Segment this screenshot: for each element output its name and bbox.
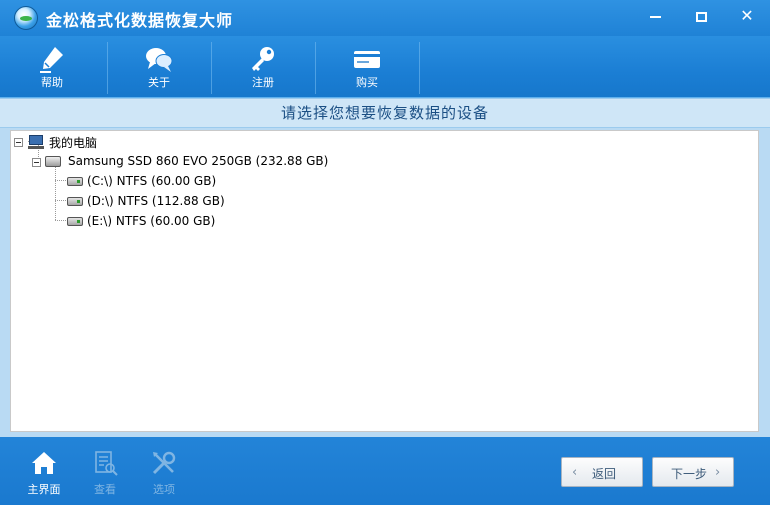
about-label: 关于 (148, 76, 170, 89)
view-button[interactable]: 查看 (75, 445, 135, 501)
minimize-button[interactable] (632, 0, 678, 32)
toolbar: 帮助 关于 注册 购买 (0, 36, 770, 98)
app-window: 金松格式化数据恢复大师 ✕ 帮助 关于 注册 购买 请选择您想要恢复数据的设备 … (0, 0, 770, 505)
tree-connector (55, 220, 66, 221)
key-icon (252, 47, 274, 71)
minimize-icon (649, 15, 661, 18)
tree-node-partition[interactable]: (C:\) NTFS (60.00 GB) (66, 173, 246, 191)
app-logo-icon (14, 6, 38, 30)
options-label: 选项 (153, 483, 175, 496)
maximize-icon (695, 11, 707, 22)
next-button[interactable]: 下一步 › (652, 457, 734, 487)
help-label: 帮助 (41, 76, 63, 89)
next-label: 下一步 (671, 467, 708, 481)
tree-node-partition[interactable]: (E:\) NTFS (60.00 GB) (66, 213, 246, 231)
help-button[interactable]: 帮助 (0, 36, 104, 98)
home-button[interactable]: 主界面 (14, 445, 74, 501)
tree-node-label: (E:\) NTFS (60.00 GB) (87, 214, 216, 228)
window-controls: ✕ (632, 0, 770, 32)
chat-bubble-icon (146, 48, 173, 72)
computer-icon (28, 135, 44, 149)
instruction-text: 请选择您想要恢复数据的设备 (280, 104, 489, 122)
chevron-left-icon: ‹ (572, 465, 578, 480)
help-pen-icon (40, 47, 63, 73)
tree-node-label: (C:\) NTFS (60.00 GB) (87, 174, 217, 188)
register-label: 注册 (252, 76, 274, 89)
chevron-right-icon: › (715, 465, 721, 480)
back-button[interactable]: ‹ 返回 (561, 457, 643, 487)
tree-node-label: (D:\) NTFS (112.88 GB) (87, 194, 225, 208)
view-label: 查看 (94, 483, 116, 496)
instruction-heading: 请选择您想要恢复数据的设备 (0, 98, 770, 128)
buy-label: 购买 (356, 76, 378, 89)
tools-icon (152, 451, 176, 475)
collapse-icon[interactable] (32, 158, 41, 167)
partition-icon (67, 177, 83, 186)
buy-button[interactable]: 购买 (315, 36, 419, 98)
home-label: 主界面 (27, 483, 61, 496)
tree-connector (55, 200, 66, 201)
device-tree-panel: 我的电脑 Samsung SSD 860 EVO 250GB (232.88 G… (0, 128, 770, 437)
partition-icon (67, 217, 83, 226)
bottom-bar: 主界面 查看 选项 ‹ 返回 下一步 › (0, 437, 770, 505)
device-tree: 我的电脑 Samsung SSD 860 EVO 250GB (232.88 G… (10, 130, 759, 432)
back-label: 返回 (592, 467, 617, 481)
close-icon: ✕ (740, 6, 754, 25)
options-button[interactable]: 选项 (134, 445, 194, 501)
card-icon (354, 51, 380, 68)
close-button[interactable]: ✕ (724, 0, 770, 32)
tree-node-disk[interactable]: Samsung SSD 860 EVO 250GB (232.88 GB) (32, 153, 352, 171)
tree-node-partition[interactable]: (D:\) NTFS (112.88 GB) (66, 193, 246, 211)
register-button[interactable]: 注册 (211, 36, 315, 98)
collapse-icon[interactable] (14, 138, 23, 147)
maximize-button[interactable] (678, 0, 724, 32)
title-bar: 金松格式化数据恢复大师 ✕ (0, 0, 770, 36)
tree-connector (55, 180, 66, 181)
app-title: 金松格式化数据恢复大师 (46, 11, 234, 30)
hard-drive-icon (45, 156, 61, 167)
partition-icon (67, 197, 83, 206)
about-button[interactable]: 关于 (107, 36, 211, 98)
view-document-icon (95, 451, 118, 476)
tree-connector (55, 164, 56, 220)
tree-node-computer[interactable]: 我的电脑 (14, 133, 134, 151)
tree-node-label: 我的电脑 (49, 136, 98, 150)
toolbar-divider (419, 42, 420, 94)
tree-node-label: Samsung SSD 860 EVO 250GB (232.88 GB) (68, 154, 329, 168)
home-icon (32, 452, 56, 474)
